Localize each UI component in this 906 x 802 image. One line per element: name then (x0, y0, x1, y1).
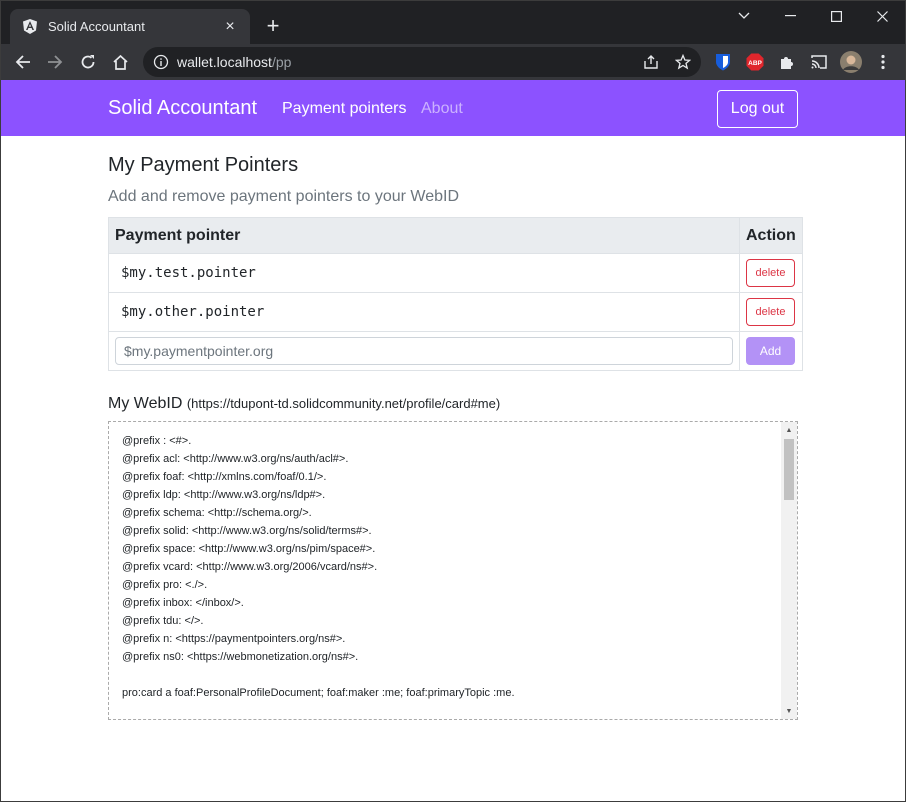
site-info-icon[interactable] (153, 54, 169, 70)
page-content: Solid Accountant Payment pointers About … (1, 80, 905, 801)
textarea-scrollbar[interactable]: ▲ ▼ (781, 422, 797, 719)
action-cell: delete (739, 292, 803, 332)
scroll-down-icon[interactable]: ▼ (781, 703, 797, 719)
adblock-icon[interactable]: ABP (743, 50, 767, 74)
nav-payment-pointers[interactable]: Payment pointers (282, 100, 407, 118)
pointer-value: $my.test.pointer (108, 253, 740, 293)
profile-avatar[interactable] (839, 50, 863, 74)
brand-link[interactable]: Solid Accountant (108, 97, 257, 120)
app-navbar: Solid Accountant Payment pointers About … (1, 80, 905, 136)
table-header-row: Payment pointer Action (108, 217, 803, 254)
back-icon[interactable] (11, 50, 35, 74)
url-path: /pp (271, 54, 292, 70)
turtle-line: @prefix vcard: <http://www.w3.org/2006/v… (122, 561, 378, 573)
turtle-line (122, 666, 515, 684)
angular-favicon-icon (22, 19, 38, 35)
extensions-icon[interactable] (775, 50, 799, 74)
menu-icon[interactable] (871, 50, 895, 74)
tab-solid-accountant[interactable]: Solid Accountant × (10, 9, 250, 44)
turtle-line: @prefix pro: <./>. (122, 579, 208, 591)
turtle-line: @prefix ns0: <https://webmonetization.or… (122, 651, 359, 663)
add-button[interactable]: Add (746, 337, 795, 365)
turtle-content: @prefix : <#>. @prefix acl: <http://www.w… (122, 432, 515, 702)
pointer-value: $my.other.pointer (108, 292, 740, 332)
turtle-line: @prefix space: <http://www.w3.org/ns/pim… (122, 543, 376, 555)
turtle-line: @prefix foaf: <http://xmlns.com/foaf/0.1… (122, 471, 327, 483)
delete-button[interactable]: delete (746, 259, 795, 287)
share-icon[interactable] (643, 54, 659, 70)
scroll-up-icon[interactable]: ▲ (781, 422, 797, 438)
adblock-label: ABP (748, 60, 762, 67)
address-bar[interactable]: wallet.localhost/pp (143, 47, 701, 77)
delete-button[interactable]: delete (746, 298, 795, 326)
turtle-line: @prefix schema: <http://schema.org/>. (122, 507, 312, 519)
chevron-down-icon[interactable] (721, 1, 767, 31)
home-icon[interactable] (108, 50, 132, 74)
turtle-line: @prefix ldp: <http://www.w3.org/ns/ldp#>… (122, 489, 326, 501)
turtle-line: @prefix solid: <http://www.w3.org/ns/sol… (122, 525, 372, 537)
star-icon[interactable] (674, 53, 692, 70)
browser-window: Solid Accountant × + wallet.localhost/pp… (0, 0, 906, 802)
payment-pointer-input[interactable]: $my.paymentpointer.org (115, 337, 733, 365)
header-action: Action (739, 217, 803, 254)
nav-about[interactable]: About (421, 100, 463, 118)
turtle-line: @prefix tdu: </>. (122, 615, 204, 627)
add-cell: Add (739, 331, 803, 371)
tab-close-icon[interactable]: × (222, 18, 238, 35)
browser-toolbar: wallet.localhost/pp ABP (1, 44, 905, 80)
page-title: My Payment Pointers (108, 154, 299, 176)
new-tab-button[interactable]: + (261, 15, 285, 37)
turtle-line: @prefix : <#>. (122, 435, 192, 447)
add-row: $my.paymentpointer.org Add (108, 331, 803, 371)
webid-url: (https://tdupont-td.solidcommunity.net/p… (186, 396, 501, 411)
page-subtitle: Add and remove payment pointers to your … (108, 188, 459, 205)
turtle-line: @prefix acl: <http://www.w3.org/ns/auth/… (122, 453, 349, 465)
header-payment-pointer: Payment pointer (108, 217, 740, 254)
forward-icon[interactable] (43, 50, 67, 74)
minimize-icon[interactable] (767, 1, 813, 31)
table-row: $my.other.pointer delete (108, 292, 803, 332)
cast-icon[interactable] (807, 50, 831, 74)
turtle-line: pro:card a foaf:PersonalProfileDocument;… (122, 687, 515, 699)
url-text: wallet.localhost/pp (177, 54, 291, 70)
url-host: wallet.localhost (177, 54, 272, 70)
table-row: $my.test.pointer delete (108, 253, 803, 293)
turtle-line: @prefix n: <https://paymentpointers.org/… (122, 633, 346, 645)
webid-label: My WebID (108, 395, 183, 412)
bitwarden-icon[interactable] (711, 50, 735, 74)
turtle-line: @prefix inbox: </inbox/>. (122, 597, 244, 609)
scroll-thumb[interactable] (784, 439, 794, 500)
close-window-icon[interactable] (859, 1, 905, 31)
tab-strip: Solid Accountant × + (1, 1, 905, 44)
webid-heading: My WebID (https://tdupont-td.solidcommun… (108, 395, 500, 413)
maximize-icon[interactable] (813, 1, 859, 31)
webid-turtle-textarea[interactable]: @prefix : <#>. @prefix acl: <http://www.w… (108, 421, 798, 720)
payment-pointers-table: Payment pointer Action $my.test.pointer … (108, 217, 803, 371)
action-cell: delete (739, 253, 803, 293)
input-cell: $my.paymentpointer.org (108, 331, 740, 371)
logout-button[interactable]: Log out (717, 90, 798, 128)
reload-icon[interactable] (76, 50, 100, 74)
tab-title: Solid Accountant (48, 19, 145, 34)
